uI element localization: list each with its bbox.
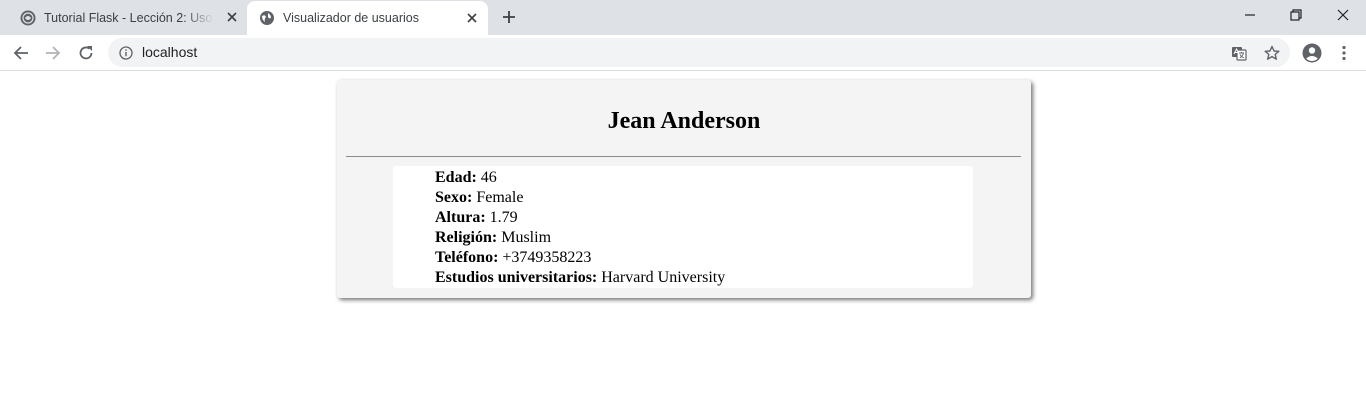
tab-strip: Tutorial Flask - Lección 2: Uso de Visua… xyxy=(0,0,1366,35)
browser-toolbar: localhost xyxy=(0,35,1366,71)
user-details: Edad: 46 Sexo: Female Altura: 1.79 Relig… xyxy=(393,166,973,288)
detail-value: Female xyxy=(476,189,524,206)
detail-label: Religión: xyxy=(435,229,498,246)
reload-icon xyxy=(79,46,93,60)
detail-value: 1.79 xyxy=(489,209,518,226)
minimize-icon xyxy=(1245,14,1255,16)
url-text[interactable]: localhost xyxy=(142,44,197,60)
detail-value: Muslim xyxy=(501,229,552,246)
info-icon[interactable] xyxy=(118,45,134,61)
profile-button[interactable] xyxy=(1299,40,1325,66)
close-window-button[interactable] xyxy=(1320,0,1366,30)
user-name: Jean Anderson xyxy=(607,108,761,134)
account-icon xyxy=(1302,43,1322,63)
back-button[interactable] xyxy=(8,40,34,66)
globe-icon xyxy=(259,10,275,26)
detail-religion: Religión: Muslim xyxy=(435,228,725,248)
tab-title: Visualizador de usuarios xyxy=(283,11,419,25)
tab-title: Tutorial Flask - Lección 2: Uso de xyxy=(44,10,214,25)
detail-label: Sexo: xyxy=(435,189,473,206)
close-tab-icon[interactable] xyxy=(464,10,480,26)
detail-university: Estudios universitarios: Harvard Univers… xyxy=(435,268,725,288)
reload-button[interactable] xyxy=(73,40,99,66)
kebab-menu-icon xyxy=(1342,45,1346,61)
translate-icon[interactable] xyxy=(1230,44,1248,62)
detail-label: Teléfono: xyxy=(435,249,499,266)
close-tab-icon[interactable] xyxy=(224,9,240,25)
detail-age: Edad: 46 xyxy=(435,168,725,188)
restore-button[interactable] xyxy=(1273,0,1319,30)
flask-favicon-icon xyxy=(20,10,36,26)
minimize-button[interactable] xyxy=(1227,0,1273,30)
detail-value: +3749358223 xyxy=(502,249,592,266)
divider xyxy=(346,156,1021,157)
restore-icon xyxy=(1290,9,1302,21)
arrow-left-icon xyxy=(13,46,28,60)
forward-button[interactable] xyxy=(40,40,66,66)
detail-label: Estudios universitarios: xyxy=(435,269,598,286)
detail-sex: Sexo: Female xyxy=(435,188,725,208)
address-bar[interactable]: localhost xyxy=(108,38,1290,67)
menu-button[interactable] xyxy=(1331,40,1357,66)
detail-label: Edad: xyxy=(435,169,477,186)
tab-flask-tutorial[interactable]: Tutorial Flask - Lección 2: Uso de xyxy=(8,0,248,35)
arrow-right-icon xyxy=(46,46,61,60)
detail-phone: Teléfono: +3749358223 xyxy=(435,248,725,268)
detail-value: 46 xyxy=(480,169,497,186)
plus-icon xyxy=(503,11,515,23)
tab-user-viewer[interactable]: Visualizador de usuarios xyxy=(247,1,488,35)
details-list: Edad: 46 Sexo: Female Altura: 1.79 Relig… xyxy=(435,168,725,288)
detail-label: Altura: xyxy=(435,209,486,226)
detail-value: Harvard University xyxy=(601,269,726,286)
new-tab-button[interactable] xyxy=(498,6,520,28)
detail-height: Altura: 1.79 xyxy=(435,208,725,228)
bookmark-star-icon[interactable] xyxy=(1263,44,1281,62)
close-icon xyxy=(1337,9,1349,21)
user-card: Jean Anderson Edad: 46 Sexo: Female Altu… xyxy=(337,80,1031,298)
